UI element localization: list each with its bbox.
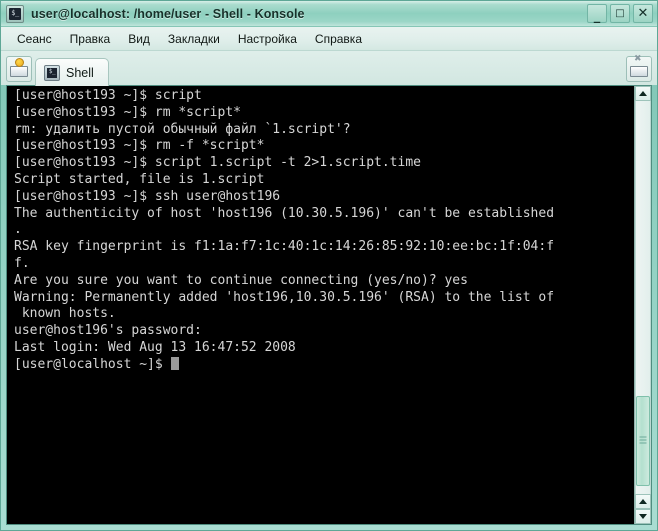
close-icon: ✕ [637, 6, 649, 21]
new-session-button[interactable] [6, 56, 32, 82]
tab-shell[interactable]: $_ Shell [35, 58, 109, 86]
terminal-line: [user@host193 ~]$ rm -f *script* [14, 138, 265, 154]
terminal-output[interactable]: [user@host193 ~]$ script [user@host193 ~]… [7, 86, 634, 524]
terminal-prompt-line: [user@localhost ~]$ [14, 356, 634, 374]
terminal-line: The authenticity of host 'host196 (10.30… [14, 205, 555, 221]
terminal-line: rm: удалить пустой обычный файл `1.scrip… [14, 121, 351, 137]
terminal-line: Last login: Wed Aug 13 16:47:52 2008 [14, 339, 296, 355]
terminal-container: [user@host193 ~]$ script [user@host193 ~]… [6, 85, 652, 525]
title-bar: $_ user@localhost: /home/user - Shell - … [1, 1, 657, 27]
window-controls: _ □ ✕ [587, 4, 653, 23]
maximize-button[interactable]: □ [610, 4, 630, 23]
tab-label: Shell [66, 65, 94, 80]
terminal-scrollbar[interactable] [634, 86, 651, 524]
menu-item-settings[interactable]: Настройка [229, 30, 306, 48]
menu-item-bookmarks[interactable]: Закладки [159, 30, 229, 48]
terminal-line: Warning: Permanently added 'host196,10.3… [14, 289, 555, 305]
konsole-window: $_ user@localhost: /home/user - Shell - … [0, 0, 658, 531]
close-session-icon [630, 55, 648, 77]
scroll-down-button[interactable] [635, 509, 651, 524]
scrollbar-track[interactable] [635, 101, 651, 494]
shell-icon: $_ [44, 64, 60, 81]
terminal-cursor [170, 356, 179, 370]
terminal-line: user@host196's password: [14, 323, 202, 339]
terminal-line: f. [14, 255, 30, 271]
terminal-line: Script started, file is 1.script [14, 171, 265, 187]
terminal-line: [user@host193 ~]$ script 1.script -t 2>1… [14, 155, 421, 171]
terminal-line: known hosts. [14, 306, 116, 322]
scroll-up-icon [639, 91, 647, 96]
close-session-button[interactable] [626, 55, 652, 82]
scrollbar-thumb[interactable] [636, 396, 650, 486]
scroll-up-button-bottom[interactable] [635, 494, 651, 509]
terminal-line: [user@host193 ~]$ rm *script* [14, 104, 241, 120]
menu-item-view[interactable]: Вид [119, 30, 159, 48]
tab-bar: $_ Shell [1, 51, 657, 86]
window-frame: $_ user@localhost: /home/user - Shell - … [0, 0, 658, 531]
minimize-icon: _ [593, 9, 601, 24]
menu-item-edit[interactable]: Правка [61, 30, 120, 48]
minimize-button[interactable]: _ [587, 4, 607, 23]
window-title: user@localhost: /home/user - Shell - Kon… [31, 6, 305, 21]
scroll-up-icon-bottom [639, 499, 647, 504]
terminal-line: [user@host193 ~]$ script [14, 88, 202, 103]
scrollbar-grip [639, 436, 647, 446]
menu-item-session[interactable]: Сеанс [8, 30, 61, 48]
terminal-line: RSA key fingerprint is f1:1a:f7:1c:40:1c… [14, 239, 555, 255]
maximize-icon: □ [615, 7, 625, 19]
terminal-line: [user@host193 ~]$ ssh user@host196 [14, 188, 281, 204]
terminal-line: . [14, 222, 22, 238]
scroll-up-button[interactable] [635, 86, 651, 101]
scroll-down-icon [639, 514, 647, 519]
menu-item-help[interactable]: Справка [306, 30, 371, 48]
new-session-icon [10, 58, 28, 77]
terminal-line: Are you sure you want to continue connec… [14, 272, 468, 288]
menu-bar: Сеанс Правка Вид Закладки Настройка Спра… [1, 27, 657, 51]
scrollbar-button-pair [635, 494, 651, 524]
konsole-icon: $_ [6, 4, 24, 23]
close-button[interactable]: ✕ [633, 4, 653, 23]
